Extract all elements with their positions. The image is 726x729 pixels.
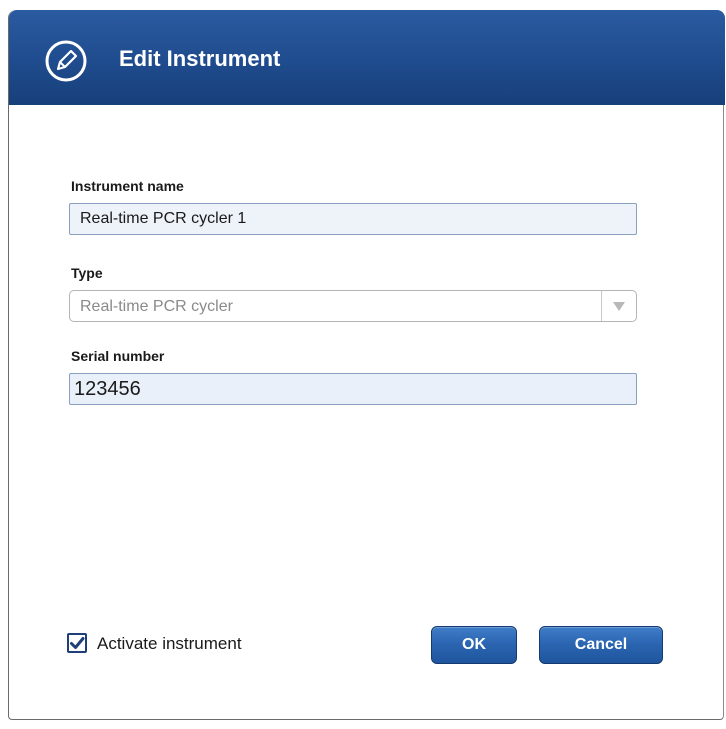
checkmark-icon (70, 637, 85, 649)
type-label: Type (71, 265, 103, 281)
activate-instrument-label[interactable]: Activate instrument (97, 634, 242, 654)
type-select-value: Real-time PCR cycler (80, 298, 233, 315)
serial-number-input[interactable] (69, 373, 637, 405)
cancel-button[interactable]: Cancel (539, 626, 663, 664)
pencil-icon (44, 39, 88, 83)
type-select-toggle[interactable] (601, 291, 636, 321)
instrument-name-label: Instrument name (71, 178, 184, 194)
ok-button[interactable]: OK (431, 626, 517, 664)
serial-number-label: Serial number (71, 348, 165, 364)
activate-instrument-checkbox[interactable] (67, 633, 87, 653)
dialog-header: Edit Instrument (9, 10, 725, 105)
edit-instrument-dialog: Edit Instrument Instrument name Type Rea… (8, 10, 725, 720)
dropdown-arrow-icon (613, 302, 625, 311)
dialog-title: Edit Instrument (119, 46, 281, 71)
instrument-name-input[interactable] (69, 203, 637, 235)
type-select[interactable]: Real-time PCR cycler (69, 290, 637, 322)
